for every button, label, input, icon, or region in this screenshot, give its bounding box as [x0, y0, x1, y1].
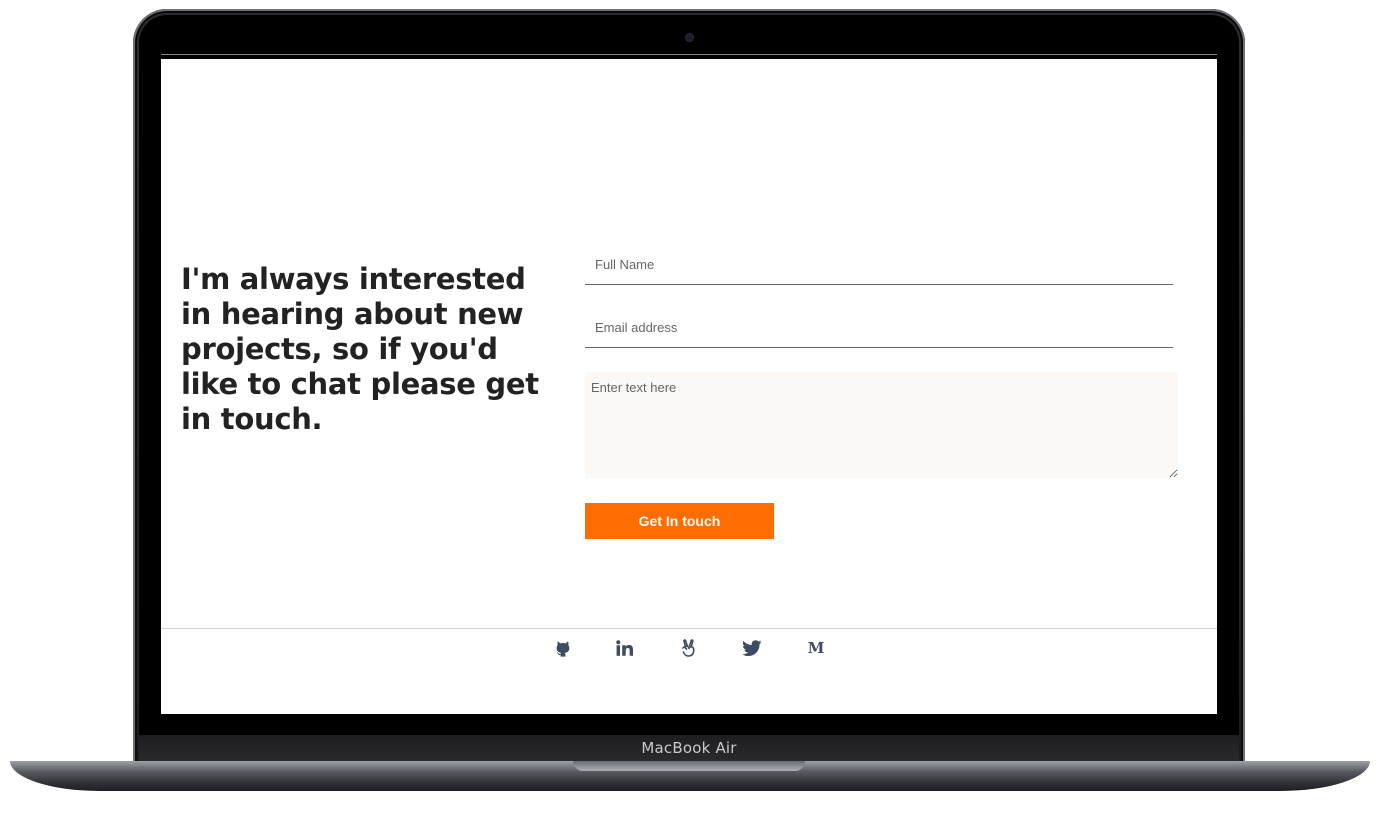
- email-field[interactable]: [585, 308, 1173, 348]
- device-label: MacBook Air: [641, 739, 737, 757]
- screen: I'm always interested in hearing about n…: [161, 59, 1217, 714]
- screen-divider: [161, 54, 1217, 55]
- laptop-chin: MacBook Air: [139, 735, 1239, 761]
- laptop-hinge-notch: [573, 761, 805, 771]
- github-icon[interactable]: [551, 636, 575, 660]
- full-name-field[interactable]: [585, 245, 1173, 285]
- twitter-icon[interactable]: [740, 636, 764, 660]
- social-links: M: [161, 636, 1217, 660]
- laptop-mockup: I'm always interested in hearing about n…: [0, 0, 1385, 813]
- medium-icon[interactable]: M: [804, 636, 828, 660]
- footer-divider: [161, 628, 1217, 629]
- message-textarea[interactable]: [585, 372, 1178, 478]
- get-in-touch-button[interactable]: Get In touch: [585, 503, 774, 539]
- camera-icon: [686, 34, 693, 41]
- contact-headline: I'm always interested in hearing about n…: [181, 262, 539, 436]
- medium-glyph: M: [807, 639, 825, 657]
- angellist-icon[interactable]: [676, 636, 700, 660]
- linkedin-icon[interactable]: [613, 636, 637, 660]
